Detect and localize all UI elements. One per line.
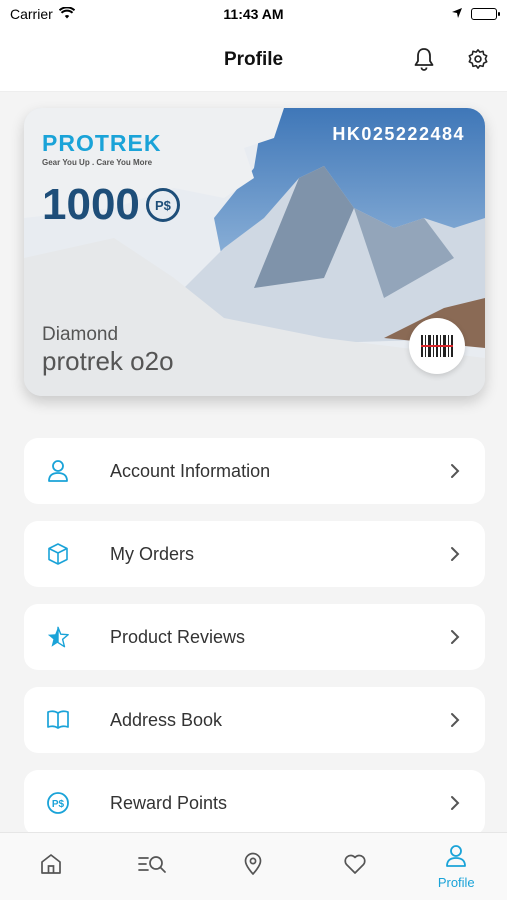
membership-card[interactable]: PROTREK Gear You Up . Care You More 1000… (24, 108, 485, 396)
menu-item-address-book[interactable]: Address Book (24, 687, 485, 753)
menu-item-label: Reward Points (110, 792, 228, 813)
brand-tagline: Gear You Up . Care You More (42, 158, 153, 167)
points-balance: 1000 P$ (42, 180, 180, 230)
location-arrow-icon (451, 6, 463, 22)
tab-location[interactable] (213, 852, 293, 881)
clock: 11:43 AM (223, 6, 284, 22)
menu-item-reward-points[interactable]: P$ Reward Points (24, 770, 485, 836)
heart-icon (343, 853, 367, 880)
brand-name: PROTREK (42, 130, 162, 156)
tab-search[interactable] (112, 853, 192, 880)
search-list-icon (138, 853, 166, 880)
box-icon (46, 542, 70, 566)
star-icon (46, 625, 70, 649)
chevron-right-icon (447, 712, 463, 728)
gear-icon[interactable] (465, 46, 491, 72)
chevron-right-icon (447, 546, 463, 562)
page-title: Profile (223, 48, 284, 70)
book-icon (46, 708, 70, 732)
points-value: 1000 (42, 180, 140, 229)
location-pin-icon (243, 852, 263, 881)
card-number: HK025222484 (332, 124, 465, 144)
menu-item-label: Product Reviews (110, 626, 246, 647)
tab-favorites[interactable] (315, 853, 395, 880)
points-currency-icon: P$ (145, 188, 180, 222)
nav-bar: Profile (0, 28, 507, 92)
user-icon (46, 459, 70, 483)
status-bar: Carrier 11:43 AM (0, 0, 507, 28)
profile-icon (445, 844, 467, 873)
menu-item-label: Address Book (110, 709, 223, 730)
tab-bar: Profile (0, 832, 507, 900)
points-icon: P$ (46, 791, 70, 815)
tab-home[interactable] (11, 852, 91, 881)
battery-icon (471, 8, 500, 20)
tab-profile-label: Profile (437, 874, 475, 890)
chevron-right-icon (447, 463, 463, 479)
menu-item-product-reviews[interactable]: Product Reviews (24, 604, 485, 670)
menu-item-account-information[interactable]: Account Information (24, 438, 485, 504)
home-icon (39, 852, 63, 881)
menu-item-label: Account Information (110, 460, 271, 481)
bell-icon[interactable] (411, 46, 437, 72)
barcode-icon (421, 335, 453, 357)
brand-logo: PROTREK Gear You Up . Care You More (42, 130, 161, 167)
card-holder-name: protrek o2o (42, 346, 174, 376)
points-icon-text: P$ (52, 799, 65, 810)
wifi-icon (58, 6, 75, 22)
chevron-right-icon (447, 795, 463, 811)
chevron-right-icon (447, 629, 463, 645)
barcode-button[interactable] (409, 318, 465, 374)
menu-item-label: My Orders (110, 543, 195, 564)
membership-tier: Diamond (42, 324, 119, 345)
carrier-label: Carrier (10, 6, 53, 22)
tab-profile[interactable]: Profile (416, 844, 496, 890)
menu-item-my-orders[interactable]: My Orders (24, 521, 485, 587)
